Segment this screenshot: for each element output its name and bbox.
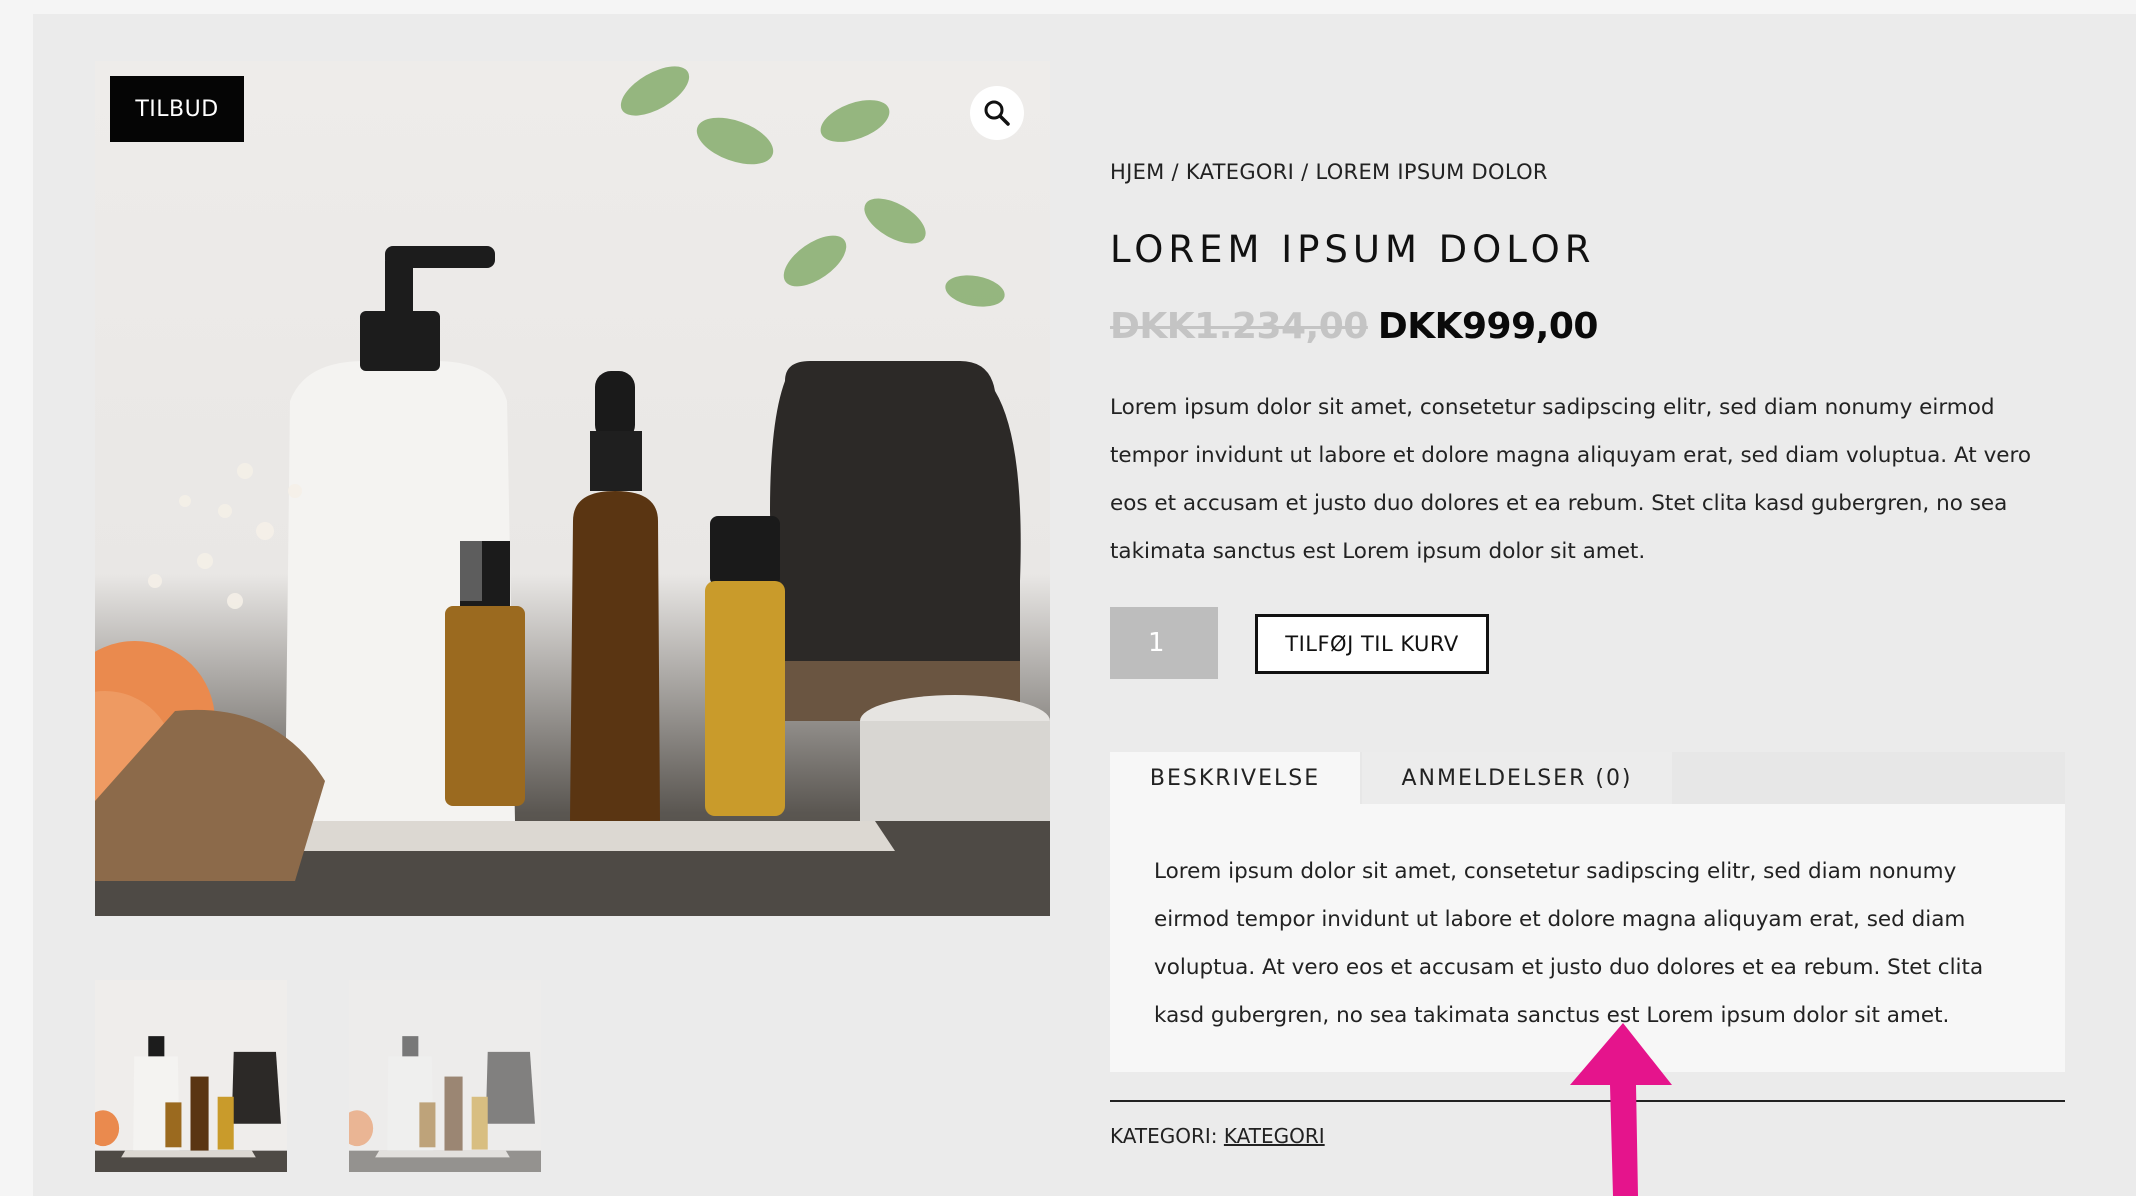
tab-reviews[interactable]: ANMELDELSER (0) [1362, 752, 1672, 804]
breadcrumb-separator: / [1294, 160, 1316, 184]
add-to-cart-button[interactable]: TILFØJ TIL KURV [1255, 614, 1489, 674]
product-thumbnail-2[interactable] [349, 980, 541, 1172]
product-meta: KATEGORI: KATEGORI [1110, 1124, 1325, 1148]
thumbnail-photo [95, 980, 287, 1172]
zoom-button[interactable] [970, 86, 1024, 140]
thumbnail-photo [349, 980, 541, 1172]
breadcrumb-item-current: LOREM IPSUM DOLOR [1315, 160, 1548, 184]
product-title: LOREM IPSUM DOLOR [1110, 228, 1596, 271]
sale-price: DKK999,00 [1377, 306, 1599, 347]
quantity-input[interactable] [1110, 607, 1218, 679]
short-description: Lorem ipsum dolor sit amet, consetetur s… [1110, 395, 2032, 564]
category-prefix: KATEGORI: [1110, 1124, 1224, 1148]
product-thumbnail-1[interactable] [95, 980, 287, 1172]
category-link[interactable]: KATEGORI [1224, 1124, 1325, 1148]
product-photo-illustration [95, 66, 1050, 916]
magnifier-icon [984, 100, 1010, 126]
annotation-arrow-icon [1570, 1023, 1672, 1196]
old-price: DKK1.234,00 [1110, 306, 1368, 347]
sale-badge: TILBUD [110, 76, 244, 142]
tab-description[interactable]: BESKRIVELSE [1110, 752, 1360, 804]
product-main-image[interactable] [95, 61, 1050, 916]
breadcrumb-separator: / [1164, 160, 1186, 184]
breadcrumb: HJEM / KATEGORI / LOREM IPSUM DOLOR [1110, 160, 1548, 184]
breadcrumb-item-home[interactable]: HJEM [1110, 160, 1165, 184]
breadcrumb-item-category[interactable]: KATEGORI [1186, 160, 1294, 184]
product-price: DKK1.234,00 DKK999,00 [1110, 306, 1598, 347]
